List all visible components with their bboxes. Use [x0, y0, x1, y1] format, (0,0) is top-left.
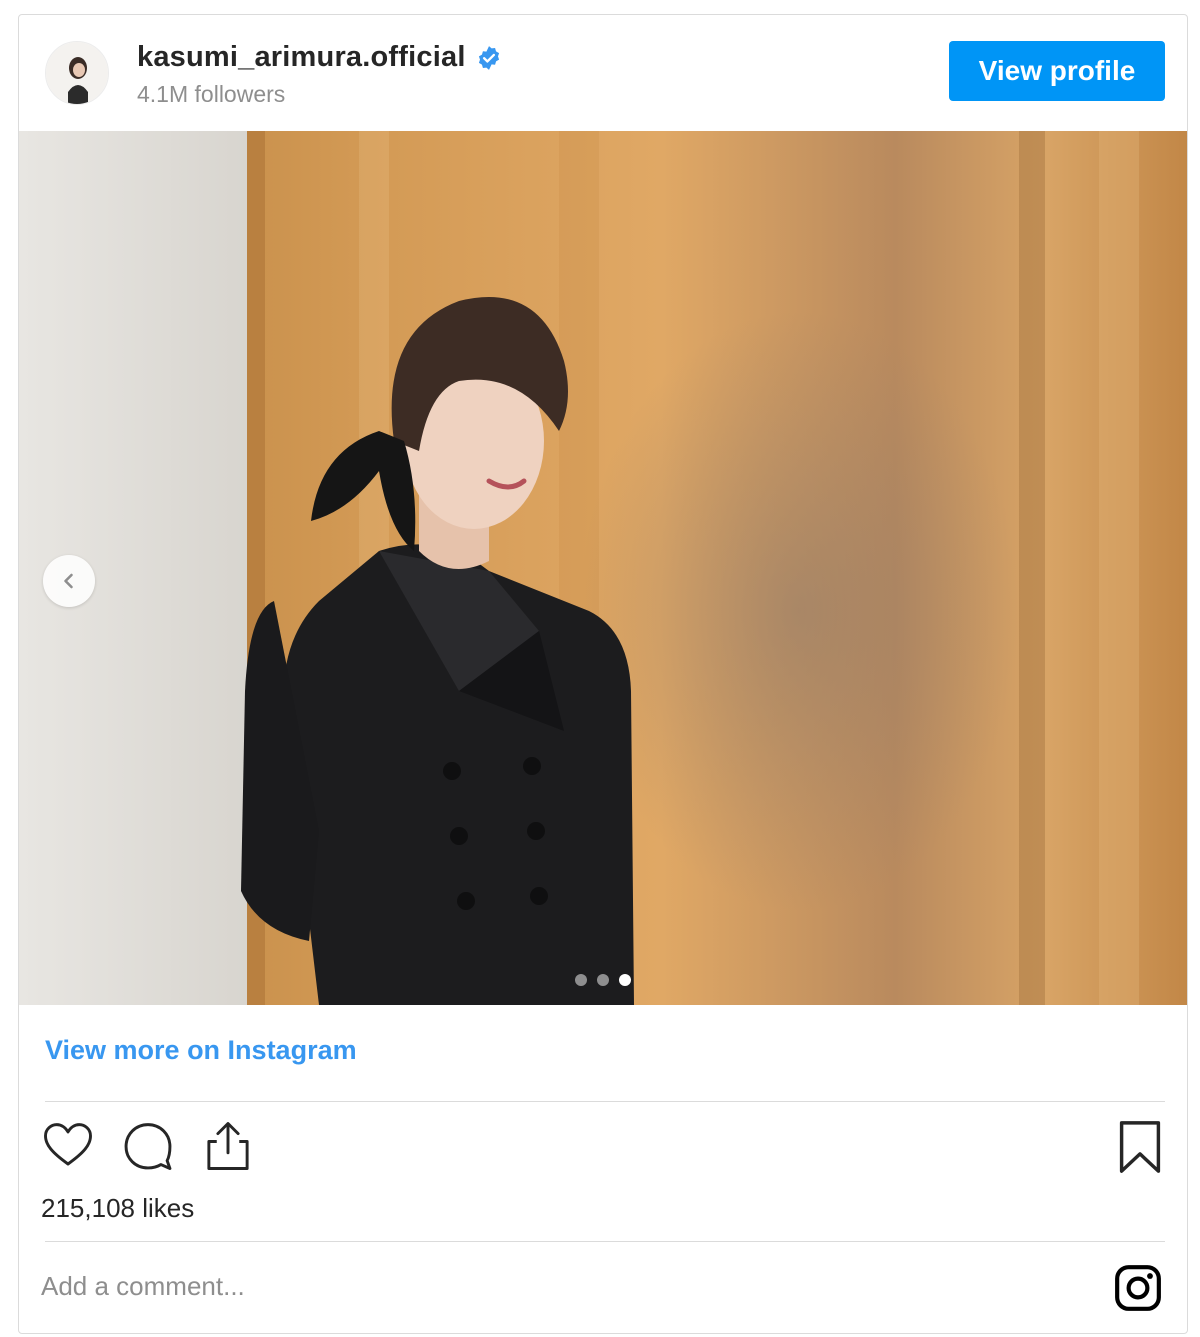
verified-badge-icon [478, 45, 499, 70]
view-more-link[interactable]: View more on Instagram [45, 1035, 357, 1066]
avatar[interactable] [45, 41, 109, 105]
carousel-dot[interactable] [575, 974, 587, 986]
username-row: kasumi_arimura.official [137, 41, 502, 74]
carousel-indicator [575, 974, 631, 986]
comment-icon[interactable] [121, 1119, 175, 1173]
divider [45, 1101, 1165, 1102]
heart-icon[interactable] [41, 1119, 95, 1173]
post-image[interactable] [19, 131, 1187, 1005]
action-bar [41, 1119, 255, 1173]
share-icon[interactable] [201, 1119, 255, 1173]
instagram-embed-card: kasumi_arimura.official 4.1M followers V… [18, 14, 1188, 1334]
divider [45, 1241, 1165, 1242]
follower-count: 4.1M followers [137, 81, 286, 107]
bookmark-icon[interactable] [1117, 1119, 1163, 1175]
chevron-left-icon [64, 573, 73, 589]
carousel-prev-button[interactable] [43, 555, 95, 607]
carousel-dot-active[interactable] [619, 974, 631, 986]
comment-input[interactable]: Add a comment... [41, 1271, 245, 1302]
username[interactable]: kasumi_arimura.official [137, 41, 466, 74]
post-photo [19, 131, 1187, 1005]
carousel-dot[interactable] [597, 974, 609, 986]
view-profile-button[interactable]: View profile [949, 41, 1165, 101]
like-count: 215,108 likes [41, 1193, 195, 1223]
post-header: kasumi_arimura.official 4.1M followers V… [19, 15, 1187, 131]
instagram-icon[interactable] [1113, 1263, 1163, 1313]
